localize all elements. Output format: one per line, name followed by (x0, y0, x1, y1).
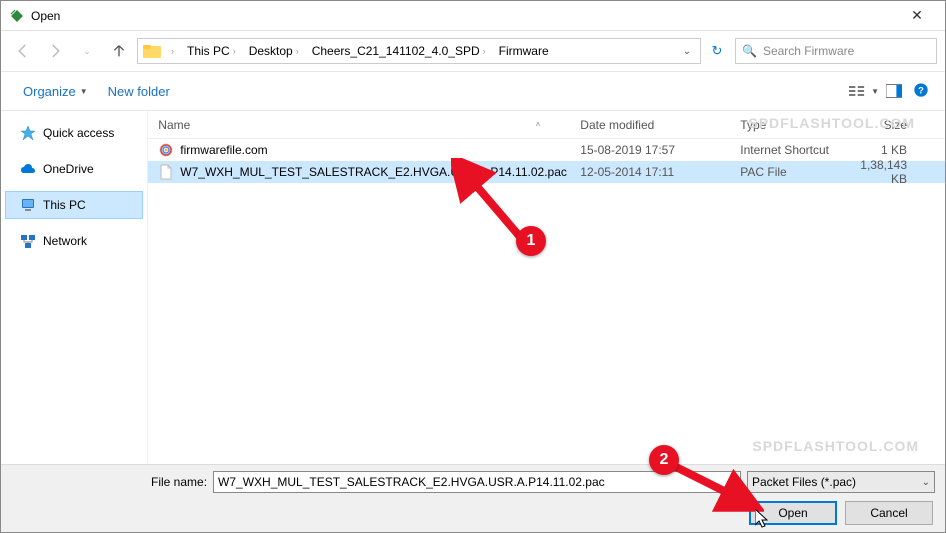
back-button[interactable] (9, 37, 37, 65)
file-name: firmwarefile.com (180, 143, 267, 157)
column-name[interactable]: Name˄ (148, 118, 580, 132)
sidebar: Quick access OneDrive This PC Network (1, 111, 147, 471)
filename-label: File name: (151, 475, 207, 489)
view-button[interactable]: ▼ (849, 78, 879, 104)
column-date[interactable]: Date modified (580, 118, 740, 132)
recent-button[interactable]: ⌄ (73, 37, 101, 65)
up-button[interactable] (105, 37, 133, 65)
column-size[interactable]: Size (860, 118, 945, 132)
file-size: 1 KB (860, 143, 945, 157)
sidebar-item-quick-access[interactable]: Quick access (5, 119, 143, 147)
search-icon: 🔍 (742, 44, 757, 58)
organize-button[interactable]: Organize▼ (13, 80, 98, 103)
search-input[interactable]: 🔍 Search Firmware (735, 38, 937, 64)
column-type[interactable]: Type (740, 118, 860, 132)
app-icon (9, 8, 25, 24)
refresh-button[interactable]: ↻ (705, 43, 729, 59)
breadcrumb-item[interactable]: This PC› (183, 44, 243, 58)
chevron-down-icon: ⌄ (922, 477, 930, 488)
breadcrumb-item[interactable]: Desktop› (245, 44, 306, 58)
filetype-select[interactable]: Packet Files (*.pac) ⌄ (747, 471, 935, 493)
address-bar[interactable]: › This PC› Desktop› Cheers_C21_141102_4.… (137, 38, 701, 64)
address-dropdown[interactable]: ⌄ (678, 46, 696, 57)
file-type: Internet Shortcut (740, 143, 860, 157)
annotation-callout-2: 2 (649, 445, 679, 475)
help-button[interactable]: ? (909, 82, 933, 101)
breadcrumb-chevron[interactable]: › (164, 46, 181, 56)
file-row[interactable]: firmwarefile.com 15-08-2019 17:57 Intern… (148, 139, 945, 161)
sidebar-item-label: OneDrive (43, 162, 94, 176)
sidebar-item-this-pc[interactable]: This PC (5, 191, 143, 219)
svg-text:?: ? (918, 85, 924, 95)
annotation-callout-1: 1 (516, 226, 546, 256)
sidebar-item-label: This PC (43, 198, 86, 212)
network-icon (20, 233, 36, 249)
sidebar-item-label: Quick access (43, 126, 114, 140)
new-folder-button[interactable]: New folder (98, 80, 180, 103)
search-placeholder: Search Firmware (763, 44, 854, 58)
annotation-arrow-2 (664, 456, 764, 516)
file-date: 12-05-2014 17:11 (580, 165, 740, 179)
file-list: Name˄ Date modified Type Size firmwarefi… (147, 111, 945, 471)
file-size: 1,38,143 KB (860, 158, 945, 186)
sidebar-item-onedrive[interactable]: OneDrive (5, 155, 143, 183)
breadcrumb-item[interactable]: Cheers_C21_141102_4.0_SPD› (308, 44, 493, 58)
cloud-icon (20, 161, 36, 177)
file-icon (158, 164, 174, 180)
file-row-selected[interactable]: W7_WXH_MUL_TEST_SALESTRACK_E2.HVGA.USR.A… (148, 161, 945, 183)
file-date: 15-08-2019 17:57 (580, 143, 740, 157)
sidebar-item-network[interactable]: Network (5, 227, 143, 255)
filetype-label: Packet Files (*.pac) (752, 475, 856, 489)
sort-indicator-icon: ˄ (536, 120, 541, 129)
sidebar-item-label: Network (43, 234, 87, 248)
breadcrumb-item[interactable]: Firmware (495, 44, 553, 58)
shortcut-icon (158, 142, 174, 158)
cancel-button[interactable]: Cancel (845, 501, 933, 525)
folder-icon (142, 41, 162, 61)
window-title: Open (31, 9, 897, 23)
file-type: PAC File (740, 165, 860, 179)
cursor-icon (755, 509, 771, 529)
forward-button[interactable] (41, 37, 69, 65)
pc-icon (20, 197, 36, 213)
star-icon (20, 125, 36, 141)
close-button[interactable]: ✕ (897, 7, 937, 24)
preview-pane-button[interactable] (879, 78, 909, 104)
